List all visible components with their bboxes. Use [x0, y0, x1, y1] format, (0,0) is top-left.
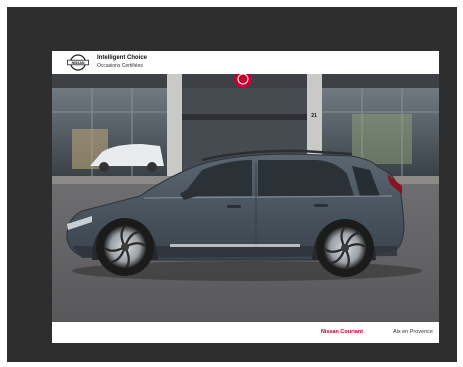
- nissan-logo: NISSAN: [67, 54, 89, 71]
- dealer-name: Nissan Couriant: [320, 329, 363, 335]
- rear-wheel: [316, 219, 374, 277]
- image-frame: NISSAN Intelligent Choice Occasions Cert…: [7, 7, 457, 362]
- car-photo: 21: [52, 74, 439, 322]
- building-number: 21: [311, 113, 317, 119]
- logo-text: NISSAN: [72, 61, 85, 65]
- brand-subtitle: Occasions Certifiées: [97, 63, 143, 69]
- dealer-city: Aix en Provence: [392, 329, 433, 335]
- listing-card: NISSAN Intelligent Choice Occasions Cert…: [52, 51, 439, 343]
- brand-header: NISSAN Intelligent Choice Occasions Cert…: [52, 51, 439, 74]
- brand-title: Intelligent Choice: [97, 55, 148, 61]
- dealer-footer: Nissan Couriant Aix en Provence: [52, 322, 439, 343]
- front-wheel: [96, 218, 154, 276]
